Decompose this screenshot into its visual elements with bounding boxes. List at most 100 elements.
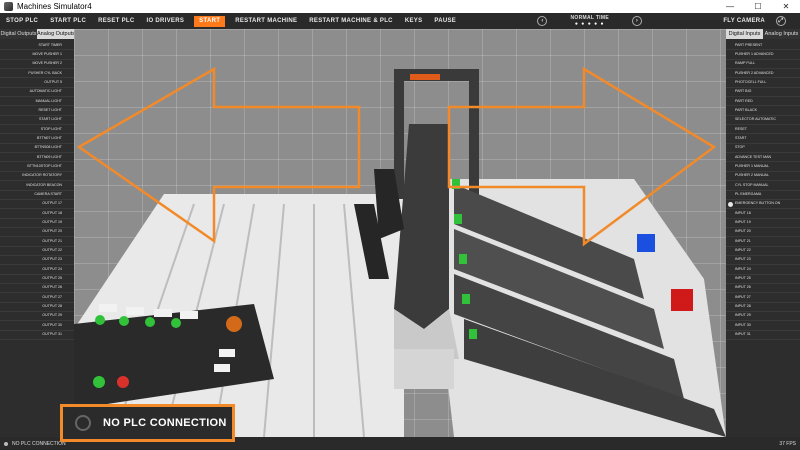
input-item[interactable]: INPUT 23 [726,256,800,266]
input-item[interactable]: PART PRESENT [726,41,800,51]
input-item-label: INPUT 29 [735,313,751,318]
output-item[interactable]: PUSHER CYL BACK [0,69,74,79]
input-item[interactable]: RAMP FULL [726,60,800,70]
output-item[interactable]: OUTPUT 31 [0,331,74,340]
input-item[interactable]: INPUT 25 [726,275,800,284]
output-item[interactable]: OUTPUT 20 [0,228,74,238]
output-item[interactable]: BTTN09 LIGHT [0,153,74,163]
input-item[interactable]: PUSHER 1 ADVANCED [726,50,800,60]
pause-button[interactable]: PAUSE [428,13,462,29]
input-item[interactable]: INPUT 28 [726,303,800,312]
output-item[interactable]: START LIGHT [0,116,74,126]
expand-icon[interactable]: ⤢ [776,16,787,26]
tab-digital-inputs[interactable]: Digital Inputs [726,29,763,39]
input-item[interactable]: PART BLACK [726,106,800,116]
no-plc-connection-overlay: NO PLC CONNECTION [60,404,235,442]
input-item[interactable]: INPUT 31 [726,331,800,340]
input-item[interactable]: PART BIG [726,88,800,98]
output-item[interactable]: MANUAL LIGHT [0,97,74,107]
simulation-viewport[interactable] [74,29,726,437]
output-item[interactable]: OUTPUT 17 [0,200,74,210]
output-item[interactable]: OUTPUT 19 [0,219,74,228]
reset-plc-button[interactable]: RESET PLC [92,13,140,29]
stop-plc-button[interactable]: STOP PLC [0,13,44,29]
output-item[interactable]: OUTPUT 28 [0,303,74,312]
inputs-list: PART PRESENT PUSHER 1 ADVANCED RAMP FULL PU… [726,39,800,340]
keys-button[interactable]: KEYS [399,13,429,29]
input-item[interactable]: EMERGENCY BUTTON ON [726,200,800,210]
output-item[interactable]: OUTPUT 25 [0,275,74,284]
input-item[interactable]: RESET [726,125,800,135]
maximize-button[interactable]: ☐ [744,0,772,13]
restart-machine-plc-button[interactable]: RESTART MACHINE & PLC [303,13,399,29]
output-item[interactable]: OUTPUT 22 [0,247,74,256]
output-item[interactable]: OUTPUT 29 [0,312,74,322]
output-item[interactable]: MOVE PUSHER 1 [0,50,74,60]
start-plc-button[interactable]: START PLC [44,13,92,29]
connection-status-text: NO PLC CONNECTION [12,440,66,447]
output-item[interactable]: STOP LIGHT [0,125,74,135]
output-item[interactable]: OUTPUT 24 [0,265,74,275]
input-item-label: INPUT 21 [735,238,751,243]
input-item[interactable]: INPUT 26 [726,284,800,294]
output-item-label: OUTPUT 26 [42,285,62,290]
io-drivers-button[interactable]: IO DRIVERS [140,13,190,29]
forward-icon[interactable]: › [631,16,642,26]
input-item[interactable]: INPUT 29 [726,312,800,322]
output-item[interactable]: OUTPUT 27 [0,293,74,303]
tab-analog-outputs[interactable]: Analog Outputs [37,29,74,39]
input-item[interactable]: PHOTOCELL FULL [726,78,800,88]
input-item[interactable]: START [726,134,800,144]
input-item[interactable]: INPUT 27 [726,293,800,303]
input-item[interactable]: INPUT 30 [726,321,800,331]
input-item[interactable]: PL EMERGAMA [726,191,800,200]
output-item[interactable]: AUTOMATIC LIGHT [0,88,74,98]
outputs-panel: Digital Outputs Analog Outputs START TIM… [0,29,74,437]
fly-camera-button[interactable]: FLY CAMERA [717,13,771,29]
input-item[interactable]: CYL STOP MANUAL [726,181,800,191]
input-item[interactable]: ADVANCE TEST MAN [726,153,800,163]
input-item[interactable]: PUSHER 1 MANUAL [726,162,800,172]
input-item[interactable]: STOP [726,144,800,154]
output-item[interactable]: INDICATOR BEACON [0,181,74,191]
input-item[interactable]: PART RED [726,97,800,107]
input-item-label: PART BLACK [735,107,757,112]
close-button[interactable]: ✕ [772,0,800,13]
output-item-label: MOVE PUSHER 1 [32,51,62,56]
output-item[interactable]: BTTNS08 LIGHT [0,144,74,154]
active-input-indicator [728,201,733,207]
input-item[interactable]: INPUT 19 [726,219,800,228]
input-item[interactable]: INPUT 22 [726,247,800,256]
output-item[interactable]: START TIMER [0,41,74,51]
output-item[interactable]: OUTPUT 23 [0,256,74,266]
output-item-label: RESET LIGHT [38,107,63,112]
gantry-label [410,74,440,80]
output-item[interactable]: CAMERA START [0,191,74,200]
restart-machine-button[interactable]: RESTART MACHINE [229,13,303,29]
input-item[interactable]: INPUT 20 [726,228,800,238]
tab-digital-outputs[interactable]: Digital Outputs [0,29,37,39]
output-item[interactable]: OUTPUT 21 [0,237,74,247]
output-item[interactable]: BTTN10STOP LIGHT [0,162,74,172]
output-item[interactable]: BTTN07 LIGHT [0,134,74,144]
input-item[interactable]: PUSHER 2 MANUAL [726,172,800,182]
output-item[interactable]: OUTPUT 26 [0,284,74,294]
rewind-icon[interactable]: ‹ [537,16,548,26]
output-item[interactable]: MOVE PUSHER 2 [0,60,74,70]
input-item-label: STOP [735,145,745,150]
input-item[interactable]: INPUT 21 [726,237,800,247]
tab-analog-inputs[interactable]: Analog Inputs [763,29,800,39]
minimize-button[interactable]: — [716,0,744,13]
start-button[interactable]: START [194,15,226,27]
app-icon [4,2,13,11]
output-item[interactable]: INDICATOR ROTATORY [0,172,74,182]
output-item[interactable]: OUTPUT 5 [0,78,74,88]
output-item[interactable]: RESET LIGHT [0,106,74,116]
input-item[interactable]: INPUT 24 [726,265,800,275]
input-item[interactable]: PUSHER 2 ADVANCED [726,69,800,79]
input-item[interactable]: SELECTOR AUTOMATIC [726,116,800,126]
output-item[interactable]: OUTPUT 18 [0,209,74,219]
scene-graphic [74,66,726,437]
output-item[interactable]: OUTPUT 30 [0,321,74,331]
input-item[interactable]: INPUT 18 [726,209,800,219]
